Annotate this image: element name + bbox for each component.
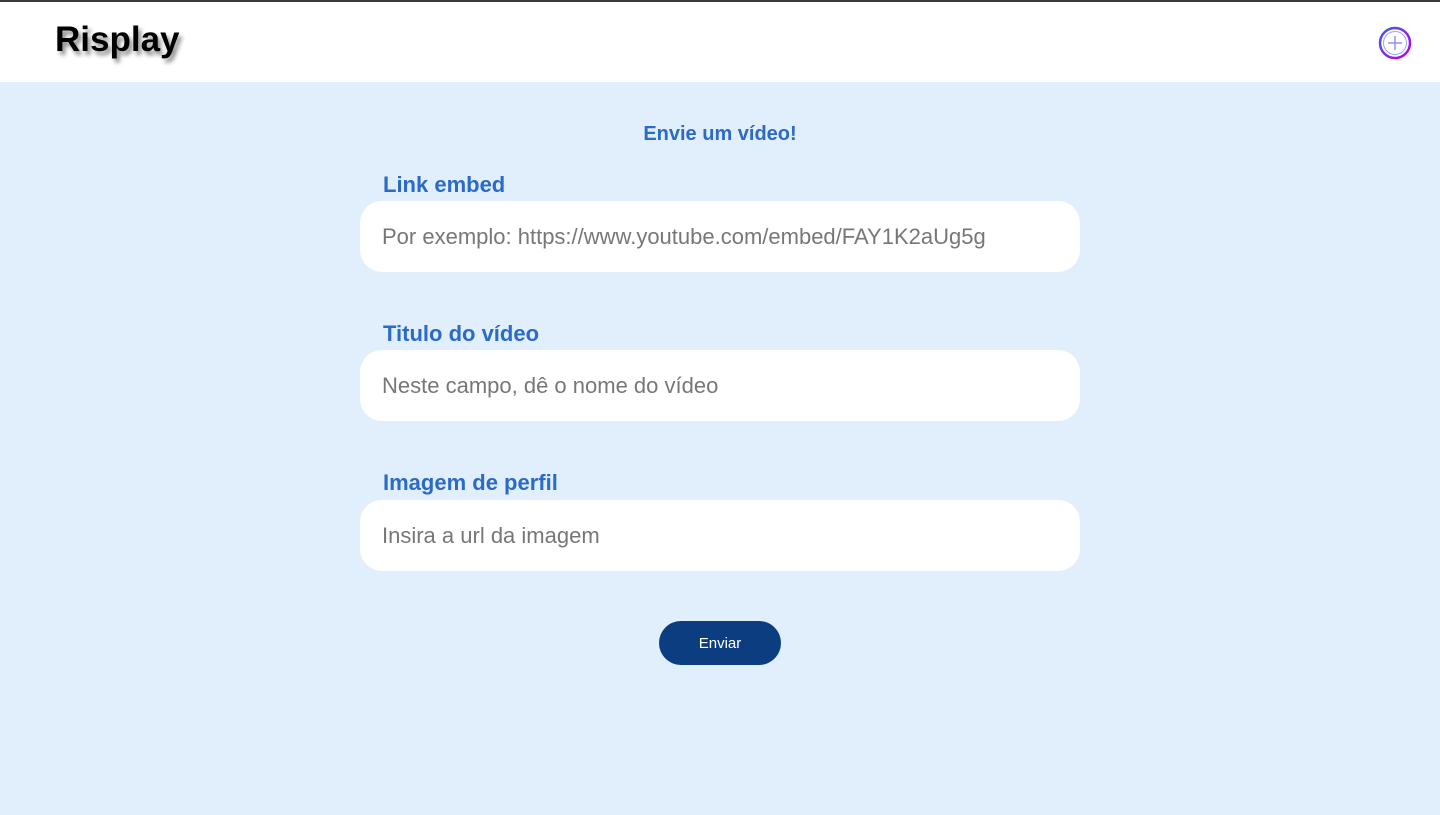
link-embed-input[interactable] <box>360 201 1080 272</box>
video-title-input[interactable] <box>360 350 1080 421</box>
form-title: Envie um vídeo! <box>643 123 797 145</box>
logo[interactable]: Risplay <box>55 20 180 60</box>
link-embed-label: Link embed <box>383 172 506 197</box>
site-header: Risplay <box>0 2 1440 82</box>
video-title-label: Titulo do vídeo <box>383 321 540 346</box>
profile-image-input[interactable] <box>360 500 1080 571</box>
plus-circle-icon <box>1378 26 1412 60</box>
upload-form-section: Envie um vídeo! Link embed Titulo do víd… <box>0 82 1440 815</box>
submit-button[interactable]: Enviar <box>659 621 781 665</box>
add-video-button[interactable] <box>1378 26 1412 60</box>
profile-image-label: Imagem de perfil <box>383 470 558 495</box>
